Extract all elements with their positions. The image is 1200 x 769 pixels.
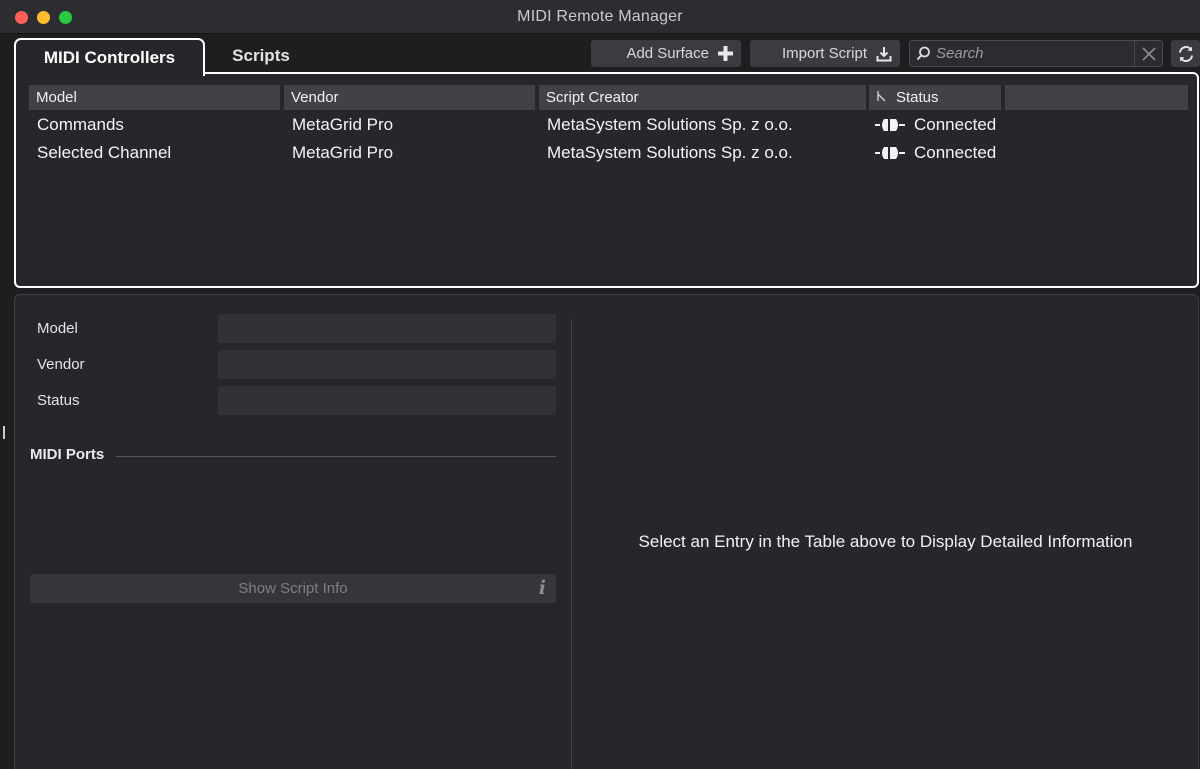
cell-status: Connected xyxy=(875,115,996,135)
column-header-vendor[interactable]: Vendor xyxy=(284,85,535,110)
table-header: Model Vendor Script Creator Status xyxy=(29,85,1189,110)
column-header-script-creator[interactable]: Script Creator xyxy=(539,85,866,110)
tab-strip: MIDI Controllers Scripts Add Surface Imp… xyxy=(0,35,1200,76)
column-header-model[interactable]: Model xyxy=(29,85,280,110)
vendor-label: Vendor xyxy=(37,356,85,373)
clear-icon xyxy=(1141,46,1156,61)
cell-vendor: MetaGrid Pro xyxy=(292,143,394,162)
sort-icon xyxy=(876,89,888,106)
import-script-label: Import Script xyxy=(781,45,867,62)
status-text: Connected xyxy=(914,143,997,162)
refresh-button[interactable] xyxy=(1171,40,1200,67)
add-surface-button[interactable]: Add Surface xyxy=(591,40,741,67)
tab-midi-controllers[interactable]: MIDI Controllers xyxy=(14,38,205,76)
title-bar: MIDI Remote Manager xyxy=(0,0,1200,34)
cell-model: Commands xyxy=(37,115,124,134)
status-label: Status xyxy=(37,392,80,409)
table-row[interactable]: Commands MetaGrid Pro MetaSystem Solutio… xyxy=(29,112,1189,140)
empty-selection-message: Select an Entry in the Table above to Di… xyxy=(638,532,1133,551)
cell-script-creator: MetaSystem Solutions Sp. z o.o. xyxy=(547,115,793,134)
column-header-blank[interactable] xyxy=(1005,85,1188,110)
cell-vendor: MetaGrid Pro xyxy=(292,115,394,134)
status-field xyxy=(218,386,556,415)
model-field xyxy=(218,314,556,343)
plug-connected-icon xyxy=(875,119,905,131)
search-icon xyxy=(916,46,931,66)
status-header-label: Status xyxy=(896,89,939,106)
plus-icon xyxy=(718,46,733,61)
vendor-field xyxy=(218,350,556,379)
clear-search-button[interactable] xyxy=(1134,41,1162,66)
info-icon: i xyxy=(538,577,546,599)
tab-scripts[interactable]: Scripts xyxy=(205,39,317,73)
status-text: Connected xyxy=(914,115,997,134)
plug-connected-icon xyxy=(875,147,905,159)
window-edge-marker xyxy=(3,426,5,439)
add-surface-label: Add Surface xyxy=(626,45,709,62)
window-title: MIDI Remote Manager xyxy=(517,8,683,25)
cell-model: Selected Channel xyxy=(37,143,172,162)
column-header-status[interactable]: Status xyxy=(869,85,1001,110)
show-script-info-button[interactable]: Show Script Info i xyxy=(30,574,556,603)
import-icon xyxy=(876,46,892,62)
controllers-table: Model Vendor Script Creator Status Comma… xyxy=(14,72,1199,288)
search-input[interactable] xyxy=(936,44,1132,63)
midi-ports-heading: MIDI Ports xyxy=(30,446,105,463)
model-label: Model xyxy=(37,320,78,337)
details-panel: Model Vendor Status MIDI Ports Show Scri… xyxy=(14,294,1199,769)
table-row[interactable]: Selected Channel MetaGrid Pro MetaSystem… xyxy=(29,140,1189,168)
search-box xyxy=(909,40,1163,67)
refresh-icon xyxy=(1178,45,1193,62)
midi-ports-divider xyxy=(116,456,556,457)
show-script-info-label: Show Script Info xyxy=(238,580,348,597)
cell-script-creator: MetaSystem Solutions Sp. z o.o. xyxy=(547,143,793,162)
cell-status: Connected xyxy=(875,143,996,163)
import-script-button[interactable]: Import Script xyxy=(750,40,900,67)
